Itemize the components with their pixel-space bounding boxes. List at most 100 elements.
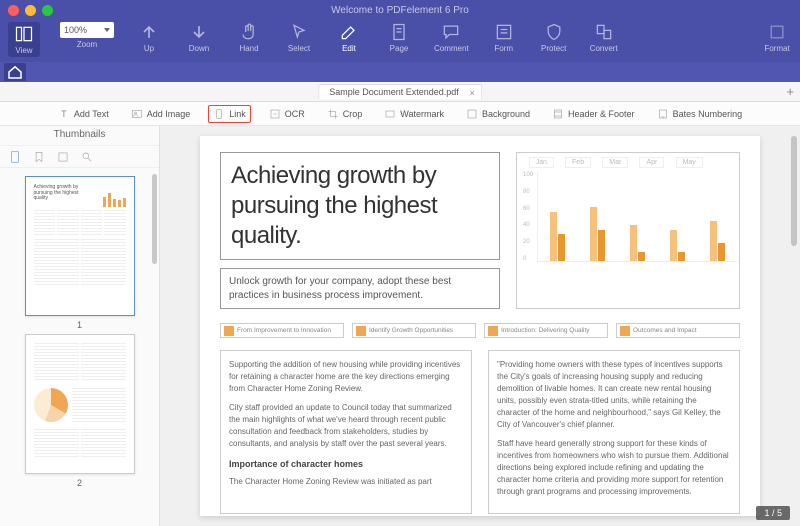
thumbnail-page-2[interactable] — [25, 334, 135, 474]
tool-header-footer[interactable]: Header & Footer — [548, 106, 639, 122]
cursor-icon — [289, 22, 309, 42]
ribbon-protect[interactable]: Protect — [539, 22, 569, 53]
tool-add-image-label: Add Image — [147, 109, 191, 119]
thumbnail-1-title: Achieving growth by pursuing the highest… — [34, 185, 89, 202]
ribbon-format-label: Format — [764, 44, 789, 53]
tool-ocr-label: OCR — [285, 109, 305, 119]
sidebar-tabs — [0, 146, 159, 168]
zoom-select[interactable]: 100% — [60, 22, 114, 38]
ribbon-down[interactable]: Down — [184, 22, 214, 53]
tool-crop[interactable]: Crop — [323, 106, 367, 122]
ribbon-zoom[interactable]: 100% Zoom — [60, 22, 114, 49]
tool-add-text-label: Add Text — [74, 109, 109, 119]
ribbon-up[interactable]: Up — [134, 22, 164, 53]
content-columns: Supporting the addition of new housing w… — [220, 350, 740, 514]
tool-bates[interactable]: Bates Numbering — [653, 106, 747, 122]
ocr-icon — [269, 108, 281, 120]
close-tab-icon[interactable]: × — [470, 88, 475, 98]
page-header-row: Achieving growth by pursuing the highest… — [220, 152, 740, 309]
thumbnail-page-1[interactable]: Achieving growth by pursuing the highest… — [25, 176, 135, 316]
section-badge[interactable]: Introduction: Delivering Quality — [484, 323, 608, 338]
tool-add-image[interactable]: Add Image — [127, 106, 195, 122]
section-badge[interactable]: Identify Growth Opportunities — [352, 323, 476, 338]
ribbon-zoom-label: Zoom — [77, 40, 97, 49]
tool-background[interactable]: Background — [462, 106, 534, 122]
header-footer-icon — [552, 108, 564, 120]
ribbon-select[interactable]: Select — [284, 22, 314, 53]
thumbnail-2-row2 — [34, 429, 126, 459]
ribbon-view[interactable]: View — [8, 22, 40, 57]
arrow-down-icon — [189, 22, 209, 42]
bar-group — [630, 225, 645, 261]
minimize-window-icon[interactable] — [25, 5, 36, 16]
col1-p3: The Character Home Zoning Review was ini… — [229, 476, 463, 488]
sidebar-tab-search[interactable] — [80, 150, 94, 164]
watermark-icon — [384, 108, 396, 120]
ribbon-convert-label: Convert — [590, 44, 618, 53]
sidebar-scrollbar[interactable] — [152, 174, 157, 264]
page-indicator: 1 / 5 — [756, 506, 790, 520]
tool-bates-label: Bates Numbering — [673, 109, 743, 119]
sidebar-tab-bookmarks[interactable] — [32, 150, 46, 164]
tool-watermark[interactable]: Watermark — [380, 106, 448, 122]
edit-icon — [339, 22, 359, 42]
chart-month-labels: JanFebMarAprMayx — [523, 157, 737, 168]
maximize-window-icon[interactable] — [42, 5, 53, 16]
zoom-value: 100% — [64, 25, 87, 35]
column-left[interactable]: Supporting the addition of new housing w… — [220, 350, 472, 514]
ribbon-convert[interactable]: Convert — [589, 22, 619, 53]
tool-link[interactable]: Link — [208, 105, 251, 123]
bates-icon — [657, 108, 669, 120]
doc-subtitle[interactable]: Unlock growth for your company, adopt th… — [220, 268, 500, 309]
col2-p2: Staff have heard generally strong suppor… — [497, 438, 731, 498]
tool-ocr[interactable]: OCR — [265, 106, 309, 122]
close-window-icon[interactable] — [8, 5, 19, 16]
sidebar: Thumbnails Achieving growth by pursuing … — [0, 126, 160, 526]
ribbon-form[interactable]: Form — [489, 22, 519, 53]
chart-bars — [537, 172, 737, 262]
page-canvas[interactable]: Achieving growth by pursuing the highest… — [160, 126, 800, 526]
chart-y-axis: 100806040200 — [523, 172, 537, 262]
bar-group — [670, 230, 685, 262]
form-icon — [494, 22, 514, 42]
ribbon-protect-label: Protect — [541, 44, 566, 53]
chart-container[interactable]: JanFebMarAprMayx 100806040200 — [516, 152, 740, 309]
column-right[interactable]: "Providing home owners with these types … — [488, 350, 740, 514]
ribbon-hand[interactable]: Hand — [234, 22, 264, 53]
traffic-lights — [8, 5, 53, 16]
doc-title[interactable]: Achieving growth by pursuing the highest… — [220, 152, 500, 260]
canvas-scrollbar[interactable] — [791, 136, 797, 246]
thumbnail-2-number: 2 — [77, 478, 82, 488]
tool-watermark-label: Watermark — [400, 109, 444, 119]
window-title: Welcome to PDFelement 6 Pro — [331, 5, 469, 16]
thumbnail-1-cols — [34, 239, 126, 287]
bar-group — [590, 207, 605, 261]
crop-icon — [327, 108, 339, 120]
thumbnail-2-pie-row — [34, 388, 126, 422]
ribbon-format[interactable]: Format — [762, 22, 792, 53]
tool-background-label: Background — [482, 109, 530, 119]
text-icon: T — [58, 108, 70, 120]
ribbon-toolbar: View 100% Zoom Up Down Hand Select Edit … — [0, 20, 800, 62]
thumbnail-2-row — [34, 343, 126, 381]
tool-add-text[interactable]: T Add Text — [54, 106, 113, 122]
document-tabstrip: Sample Document Extended.pdf × + — [0, 82, 800, 102]
ribbon-edit[interactable]: Edit — [334, 22, 364, 53]
home-tab[interactable] — [4, 63, 26, 81]
badge-row: From Improvement to Innovation Identify G… — [220, 323, 740, 338]
section-badge[interactable]: From Improvement to Innovation — [220, 323, 344, 338]
ribbon-page[interactable]: Page — [384, 22, 414, 53]
sidebar-tab-thumbnails[interactable] — [8, 150, 22, 164]
sidebar-tab-attachments[interactable] — [56, 150, 70, 164]
page-icon — [389, 22, 409, 42]
document-tab-label: Sample Document Extended.pdf — [329, 87, 459, 97]
ribbon-comment[interactable]: Comment — [434, 22, 469, 53]
document-tab[interactable]: Sample Document Extended.pdf × — [318, 84, 482, 99]
new-tab-button[interactable]: + — [786, 84, 794, 99]
hand-icon — [239, 22, 259, 42]
body: Thumbnails Achieving growth by pursuing … — [0, 126, 800, 526]
thumbnail-1-row — [34, 210, 126, 236]
arrow-up-icon — [139, 22, 159, 42]
pie-chart-icon — [34, 388, 68, 422]
section-badge[interactable]: Outcomes and Impact — [616, 323, 740, 338]
